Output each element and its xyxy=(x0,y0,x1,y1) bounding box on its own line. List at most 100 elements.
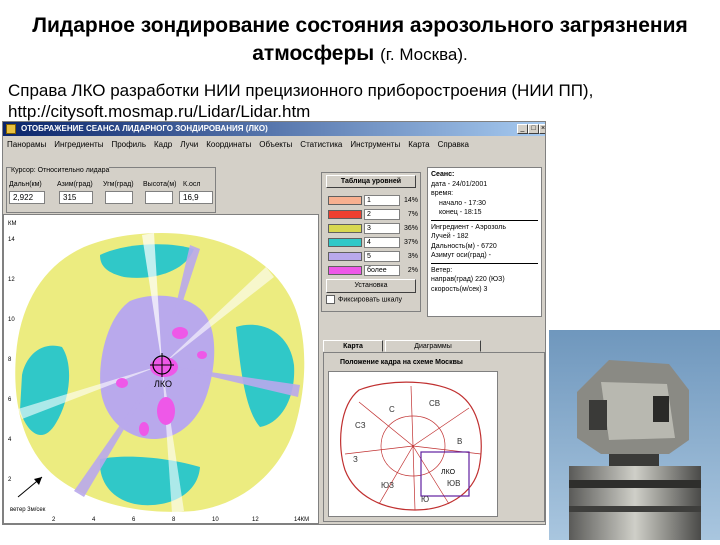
session-time-label: время: xyxy=(431,190,454,197)
wind-label: ветер 3м/сек xyxy=(10,507,46,513)
level-name: 1 xyxy=(364,195,400,206)
level-swatch[interactable] xyxy=(328,210,362,219)
minimize-button[interactable]: _ xyxy=(517,124,528,134)
credit-line-1: Справа ЛКО разработки НИИ прецизионного … xyxy=(8,81,594,100)
elevation-field[interactable] xyxy=(105,191,133,204)
district-label: Ю xyxy=(421,495,429,504)
session-axis-azimuth: Азимут оси(град) - xyxy=(431,252,491,259)
menu-statistics[interactable]: Статистика xyxy=(296,137,346,152)
menu-profile[interactable]: Профиль xyxy=(107,137,150,152)
radar-hotspot-northeast xyxy=(197,351,207,359)
radar-panel[interactable]: ЛКО КМ 14 12 10 8 6 4 2 2 4 6 8 10 12 14… xyxy=(3,214,319,524)
checkbox-icon[interactable] xyxy=(326,295,335,304)
wind-speed: скорость(м/сек) 3 xyxy=(431,285,488,293)
map-caption: Положение кадра на схеме Москвы xyxy=(340,359,463,366)
window-titlebar[interactable]: ОТОБРАЖЕНИЕ СЕАНСА ЛИДАРНОГО ЗОНДИРОВАНИ… xyxy=(3,122,545,136)
y-tick-14: 14 xyxy=(8,237,15,243)
y-tick-2: 2 xyxy=(8,477,12,483)
levels-table: Таблица уровней 1 14% 2 7% 3 36% 4 37% 5… xyxy=(321,172,421,312)
fix-scale-checkbox[interactable]: Фиксировать шкалу xyxy=(326,295,402,305)
session-end: конец - 18:15 xyxy=(439,209,482,216)
district-label: ЮЗ xyxy=(381,481,394,490)
y-tick-8: 8 xyxy=(8,357,12,363)
menu-coordinates[interactable]: Координаты xyxy=(202,137,255,152)
wind-direction: направ(град) 220 (ЮЗ) xyxy=(431,276,505,283)
distance-field[interactable]: 2,922 xyxy=(9,191,45,204)
x-tick-2: 2 xyxy=(52,517,56,523)
level-swatch[interactable] xyxy=(328,196,362,205)
azimuth-field[interactable]: 315 xyxy=(59,191,93,204)
window-title: ОТОБРАЖЕНИЕ СЕАНСА ЛИДАРНОГО ЗОНДИРОВАНИ… xyxy=(21,124,268,133)
radar-hotspot-west xyxy=(116,378,128,388)
map-lko-label: ЛКО xyxy=(441,469,456,476)
level-name: более xyxy=(364,265,400,276)
level-row[interactable]: 1 14% xyxy=(326,195,418,206)
level-row[interactable]: более 2% xyxy=(326,265,418,276)
radar-map[interactable]: ЛКО КМ 14 12 10 8 6 4 2 2 4 6 8 10 12 14… xyxy=(4,215,320,525)
level-name: 2 xyxy=(364,209,400,220)
tab-map[interactable]: Карта xyxy=(323,340,383,352)
maximize-button[interactable]: □ xyxy=(528,124,539,134)
radar-hotspot-north xyxy=(172,327,188,339)
tab-diagrams[interactable]: Диаграммы xyxy=(385,340,481,352)
x-tick-14: 14КМ xyxy=(294,517,309,523)
label-distance: Дальн(км) xyxy=(9,181,42,188)
y-tick-12: 12 xyxy=(8,277,15,283)
lidar-app-window: ОТОБРАЖЕНИЕ СЕАНСА ЛИДАРНОГО ЗОНДИРОВАНИ… xyxy=(2,121,546,525)
install-button[interactable]: Установка xyxy=(326,279,416,293)
menu-map[interactable]: Карта xyxy=(404,137,433,152)
district-label: С xyxy=(389,405,395,414)
x-tick-10: 10 xyxy=(212,517,219,523)
menu-beams[interactable]: Лучи xyxy=(176,137,202,152)
cursor-caption: Курсор: Относительно лидара xyxy=(11,167,110,174)
level-percent: 36% xyxy=(403,225,418,232)
district-borders xyxy=(344,385,482,511)
close-button[interactable]: × xyxy=(539,124,545,134)
device-base xyxy=(569,466,701,540)
level-swatch[interactable] xyxy=(328,238,362,247)
level-row[interactable]: 5 3% xyxy=(326,251,418,262)
fix-scale-label: Фиксировать шкалу xyxy=(338,296,403,304)
menu-help[interactable]: Справка xyxy=(434,137,473,152)
x-tick-12: 12 xyxy=(252,517,259,523)
district-label: СВ xyxy=(429,399,440,408)
credit-text: Справа ЛКО разработки НИИ прецизионного … xyxy=(8,80,593,122)
level-percent: 7% xyxy=(407,211,418,218)
label-kosl: К.осл xyxy=(183,181,201,188)
district-label: З xyxy=(353,455,358,464)
moscow-map[interactable]: С СВ СЗ В З ЮВ ЮЗ Ю ЛКО xyxy=(328,371,498,517)
menu-ingredients[interactable]: Ингредиенты xyxy=(50,137,107,152)
label-elevation: Угм(град) xyxy=(103,181,134,188)
session-date: дата - 24/01/2001 xyxy=(431,180,488,188)
credit-link[interactable]: http://citysoft.mosmap.ru/Lidar/Lidar.ht… xyxy=(8,101,593,122)
level-percent: 37% xyxy=(403,239,418,246)
levels-header[interactable]: Таблица уровней xyxy=(326,175,416,188)
level-percent: 14% xyxy=(403,197,418,204)
height-field[interactable] xyxy=(145,191,173,204)
menu-tools[interactable]: Инструменты xyxy=(346,137,404,152)
menu-frame[interactable]: Кадр xyxy=(150,137,176,152)
level-row[interactable]: 2 7% xyxy=(326,209,418,220)
divider xyxy=(431,219,538,221)
session-heading: Сеанс: xyxy=(431,171,455,178)
divider xyxy=(431,262,538,264)
app-icon xyxy=(6,124,16,134)
level-row[interactable]: 4 37% xyxy=(326,237,418,248)
level-swatch[interactable] xyxy=(328,252,362,261)
menu-panoramas[interactable]: Панорамы xyxy=(3,137,50,152)
level-swatch[interactable] xyxy=(328,224,362,233)
district-label: СЗ xyxy=(355,421,366,430)
kosl-field[interactable]: 16,9 xyxy=(179,191,213,204)
lidar-device-photo xyxy=(549,330,720,540)
menu-objects[interactable]: Объекты xyxy=(255,137,296,152)
session-start: начало - 17:30 xyxy=(439,199,486,207)
level-name: 5 xyxy=(364,251,400,262)
device-base-band xyxy=(569,506,701,512)
slide-title: Лидарное зондирование состояния аэрозоль… xyxy=(0,12,720,69)
level-swatch[interactable] xyxy=(328,266,362,275)
slide-title-sub: (г. Москва). xyxy=(380,45,468,64)
device-neck xyxy=(609,454,659,466)
device-aperture-left xyxy=(589,400,607,430)
level-name: 4 xyxy=(364,237,400,248)
level-row[interactable]: 3 36% xyxy=(326,223,418,234)
